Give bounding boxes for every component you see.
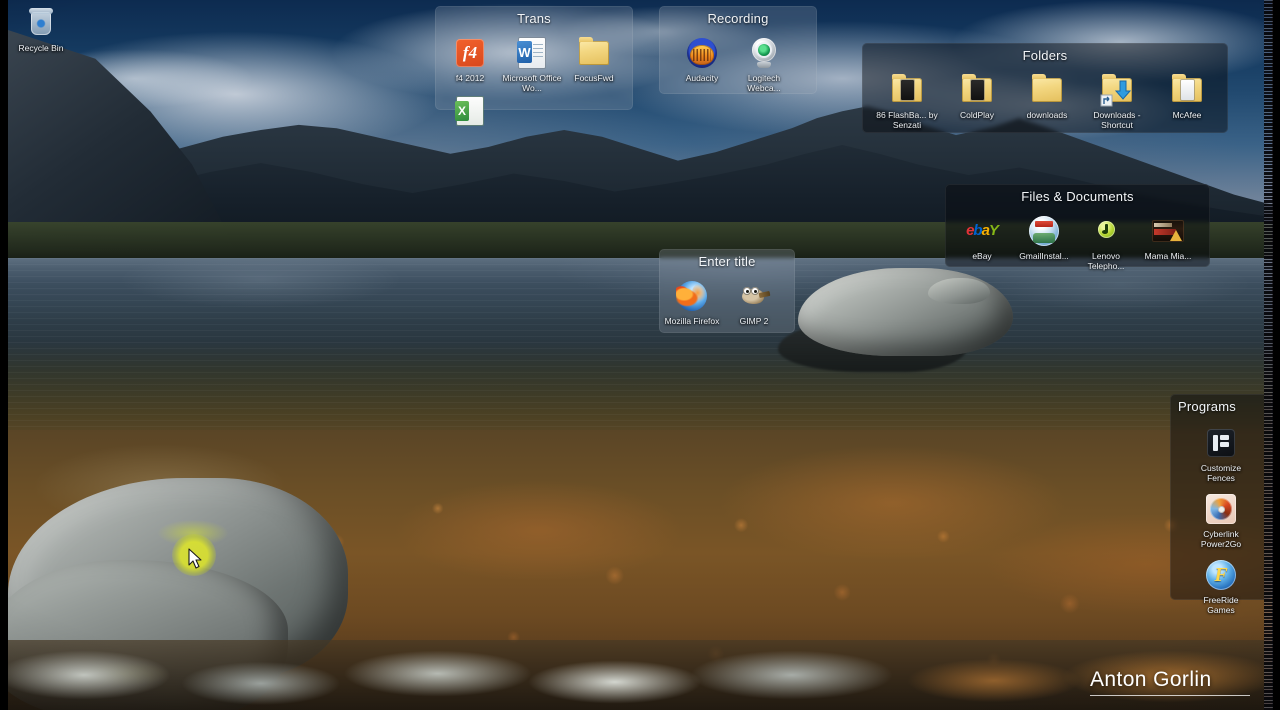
fence-item-label: ColdPlay [959,110,995,120]
fence-item-label: Downloads - Shortcut [1093,110,1141,130]
fence-item-focusfwd[interactable]: FocusFwd [563,32,625,93]
firefox-icon [675,279,709,313]
f4-app-icon: f4 [453,36,487,70]
webcam-icon [747,36,781,70]
fence-item-ebay[interactable]: ebaY eBay [951,210,1013,271]
folder-icon [1170,73,1204,107]
wallpaper-watermark: Anton Gorlin [1090,668,1250,696]
fence-folders[interactable]: Folders 86 FlashBa... by Senzati ColdPla… [862,43,1228,133]
fence-item-86-flashback-by-senzati[interactable]: 86 FlashBa... by Senzati [872,69,942,130]
fence-title-files-and-documents: Files & Documents [1021,189,1134,204]
fence-recording[interactable]: Recording Audacity Logitech Webca... [659,6,817,94]
fence-item-freeride-games[interactable]: F FreeRide Games [1190,554,1252,615]
fence-item-mozilla-firefox[interactable]: Mozilla Firefox [661,275,723,326]
word-document-icon [515,36,549,70]
folder-shortcut-icon [1100,73,1134,107]
fence-title-enter-title: Enter title [698,254,756,269]
fence-item-label: Logitech Webca... [747,73,781,93]
fence-item-label: McAfee [1172,110,1202,120]
fence-body-files-and-documents: ebaY eBay GmailInstal... Lenovo Telepho.… [945,204,1210,271]
fence-enter-title[interactable]: Enter title Mozilla Firefox GIMP 2 [659,249,795,333]
fence-item-audacity[interactable]: Audacity [671,32,733,93]
fence-body-folders: 86 FlashBa... by Senzati ColdPlay downlo… [862,63,1228,130]
fence-body-programs: Customize Fences Cyberlink Power2Go F Fr… [1170,414,1272,615]
fence-title-folders: Folders [1022,48,1068,63]
fences-icon [1204,426,1238,460]
fence-item-label: Mama Mia... [1144,251,1192,261]
fence-item-label: Audacity [685,73,719,83]
folder-icon [577,36,611,70]
fence-title-programs: Programs [1178,399,1236,414]
fence-item-microsoft-office-word[interactable]: Microsoft Office Wo... [501,32,563,93]
fence-item-label: Cyberlink Power2Go [1200,529,1242,549]
fence-item-label: downloads [1026,110,1068,120]
fence-item-label: eBay [972,251,992,261]
excel-document-icon [453,95,487,129]
fence-item-label: f4 2012 [455,73,485,83]
fence-programs[interactable]: Programs Customize Fences Cyberlink Powe… [1170,394,1272,615]
fence-item-mama-mia[interactable]: Mama Mia... [1137,210,1199,271]
fence-item-gmail-installer[interactable]: GmailInstal... [1013,210,1075,271]
fence-item-label: Mozilla Firefox [664,316,720,326]
folder-icon [890,73,924,107]
lenovo-telephony-icon [1089,214,1123,248]
gmail-installer-icon [1027,214,1061,248]
fence-title-trans: Trans [517,11,551,26]
frame-bottom-strip [0,710,1280,720]
fence-body-recording: Audacity Logitech Webca... [659,26,817,93]
fence-item-label: FreeRide Games [1203,595,1239,615]
fence-item-label: 86 FlashBa... by Senzati [876,110,938,130]
folder-icon [1030,73,1064,107]
fence-item-label: Customize Fences [1200,463,1242,483]
folder-icon [960,73,994,107]
power2go-icon [1204,492,1238,526]
media-file-icon [1151,214,1185,248]
fence-title-recording: Recording [707,11,769,26]
audacity-icon [685,36,719,70]
desktop-icon-recycle-bin[interactable]: Recycle Bin [6,6,76,53]
desktop-icon-label: Recycle Bin [18,43,64,53]
watermark-text: Anton Gorlin [1090,668,1212,691]
frame-right-border [1272,0,1280,720]
fence-body-enter-title: Mozilla Firefox GIMP 2 [659,269,795,326]
fence-item-excel-clipped[interactable] [439,91,501,132]
fence-item-gimp-2[interactable]: GIMP 2 [723,275,785,326]
fence-item-logitech-webcam[interactable]: Logitech Webca... [733,32,795,93]
freeride-games-icon: F [1204,558,1238,592]
fence-item-lenovo-telephony[interactable]: Lenovo Telepho... [1075,210,1137,271]
fence-item-label: GmailInstal... [1019,251,1069,261]
fence-item-label: Lenovo Telepho... [1087,251,1125,271]
fence-item-downloads-shortcut[interactable]: Downloads - Shortcut [1082,69,1152,130]
fence-item-customize-fences[interactable]: Customize Fences [1190,422,1252,483]
fence-trans[interactable]: Trans f4 f4 2012 Microsoft Office Wo... … [435,6,633,125]
fence-files-and-documents[interactable]: Files & Documents ebaY eBay GmailInstal.… [945,184,1210,271]
cursor-arrow-icon [188,548,202,569]
gimp-icon [737,279,771,313]
watermark-rule [1090,695,1250,696]
fence-item-label: GIMP 2 [739,316,769,326]
fence-item-mcafee[interactable]: McAfee [1152,69,1222,130]
fence-item-coldplay[interactable]: ColdPlay [942,69,1012,130]
fence-item-label: FocusFwd [574,73,614,83]
fence-item-f4-2012[interactable]: f4 f4 2012 [439,32,501,93]
fence-item-label: Microsoft Office Wo... [502,73,562,93]
fence-body-trans: f4 f4 2012 Microsoft Office Wo... FocusF… [435,26,633,132]
frame-right-scanline-artifact [1264,0,1273,712]
frame-left-border [0,0,8,720]
ebay-icon: ebaY [966,221,999,239]
fence-item-downloads[interactable]: downloads [1012,69,1082,130]
fence-item-cyberlink-power2go[interactable]: Cyberlink Power2Go [1190,488,1252,549]
recycle-bin-icon [24,6,58,40]
desktop-screen: Recycle Bin Trans f4 f4 2012 Microsoft O… [0,0,1280,720]
